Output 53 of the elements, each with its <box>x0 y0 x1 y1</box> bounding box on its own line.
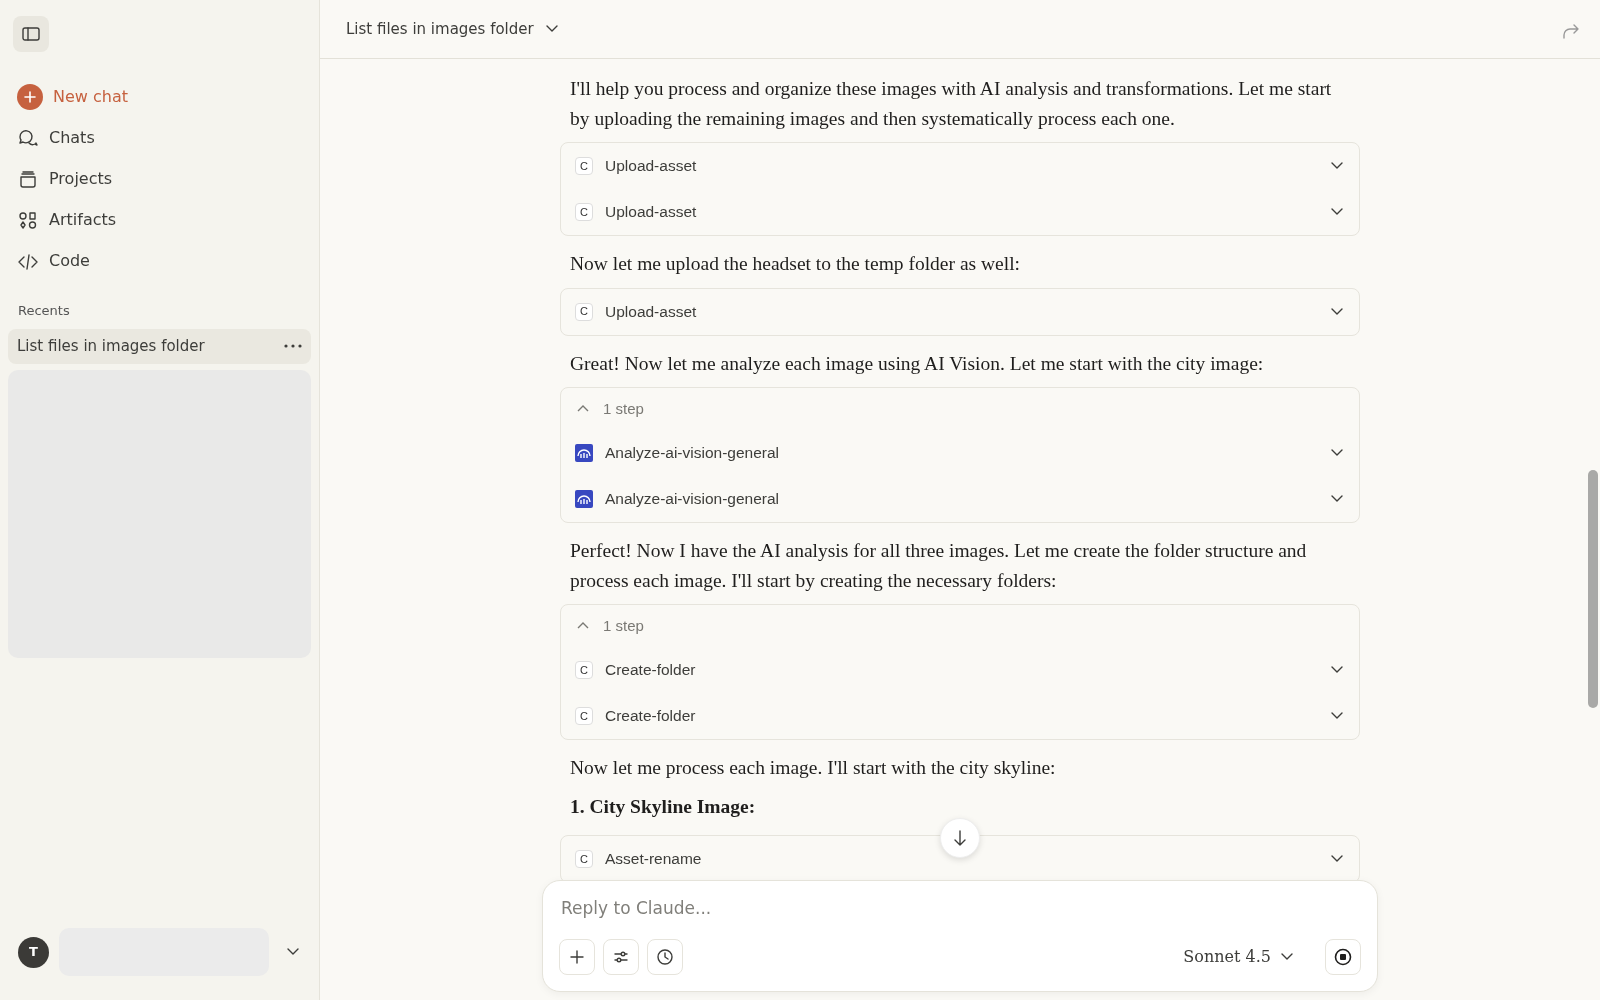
sidebar-toggle-button[interactable] <box>13 16 49 52</box>
model-selector[interactable]: Sonnet 4.5 <box>1177 943 1301 970</box>
new-chat-button[interactable]: New chat <box>8 76 311 117</box>
scrollbar-thumb[interactable] <box>1588 470 1598 708</box>
arrow-down-icon <box>952 829 968 847</box>
tool-call-row[interactable]: C Create-folder <box>561 693 1359 739</box>
message-text: Now let me upload the headset to the temp folder as well: <box>569 252 1021 276</box>
add-button[interactable] <box>559 938 595 975</box>
chat-title: List files in images folder <box>17 335 205 357</box>
shapes-icon <box>17 209 39 230</box>
more-icon <box>284 344 302 348</box>
sidebar-icon <box>22 26 40 42</box>
message-text: Perfect! Now I have the AI analysis for all three images. Let me create the folder structure and process each image. I'll start by creating the necessary folders: <box>569 539 1308 593</box>
clock-icon <box>656 947 674 966</box>
plus-icon <box>17 83 43 110</box>
tool-icon: C <box>575 661 593 679</box>
section-label: Recents <box>17 302 71 320</box>
user-avatar[interactable]: T <box>18 936 49 968</box>
folder-box-icon <box>17 168 39 189</box>
tool-icon: C <box>575 707 593 725</box>
stop-icon <box>1334 947 1352 966</box>
tool-call-row[interactable]: C Upload-asset <box>561 143 1359 189</box>
tool-call-row[interactable]: Analyze-ai-vision-general <box>561 430 1359 476</box>
vision-tool-icon <box>575 490 593 508</box>
tool-icon: C <box>575 157 593 175</box>
history-button[interactable] <box>647 938 683 975</box>
message-input[interactable]: Reply to Claude... <box>559 895 1361 923</box>
nav-item[interactable]: Code <box>8 240 311 281</box>
tool-icon: C <box>575 302 593 321</box>
stop-button[interactable] <box>1325 938 1361 975</box>
nav-item[interactable]: Projects <box>8 158 311 199</box>
share-arrow-icon <box>1562 22 1580 39</box>
tool-call-row[interactable]: Analyze-ai-vision-general <box>561 476 1359 522</box>
message-text: Now let me process each image. I'll start with the city skyline: <box>569 756 1057 780</box>
nav-item[interactable]: Artifacts <box>8 199 311 240</box>
tools-button[interactable] <box>603 938 639 975</box>
message-text: I'll help you process and organize these images with AI analysis and transformations. Let me start by uploading the remaining images and then systematically process each one. <box>569 77 1333 131</box>
tool-call-row[interactable]: C Upload-asset <box>561 189 1359 235</box>
message-text: Great! Now let me analyze each image using AI Vision. Let me start with the city image: <box>569 351 1265 376</box>
vision-tool-icon <box>575 444 593 462</box>
tool-icon: C <box>575 850 593 868</box>
chat-bubbles-icon <box>17 127 39 148</box>
scroll-down-button[interactable] <box>940 818 980 858</box>
chat-title-button[interactable]: List files in images folder <box>346 17 534 41</box>
steps-toggle[interactable]: 1 step <box>561 388 1359 430</box>
steps-toggle[interactable]: 1 step <box>561 605 1359 647</box>
plus-icon <box>568 947 586 966</box>
tool-call-row[interactable]: C Create-folder <box>561 647 1359 693</box>
tool-icon: C <box>575 203 593 221</box>
nav-item[interactable]: Chats <box>8 117 311 158</box>
tool-call-row[interactable]: C Upload-asset <box>561 288 1359 335</box>
message-heading: 1. City Skyline Image: <box>569 794 757 819</box>
recent-chat-item[interactable]: List files in images folder <box>8 328 311 364</box>
